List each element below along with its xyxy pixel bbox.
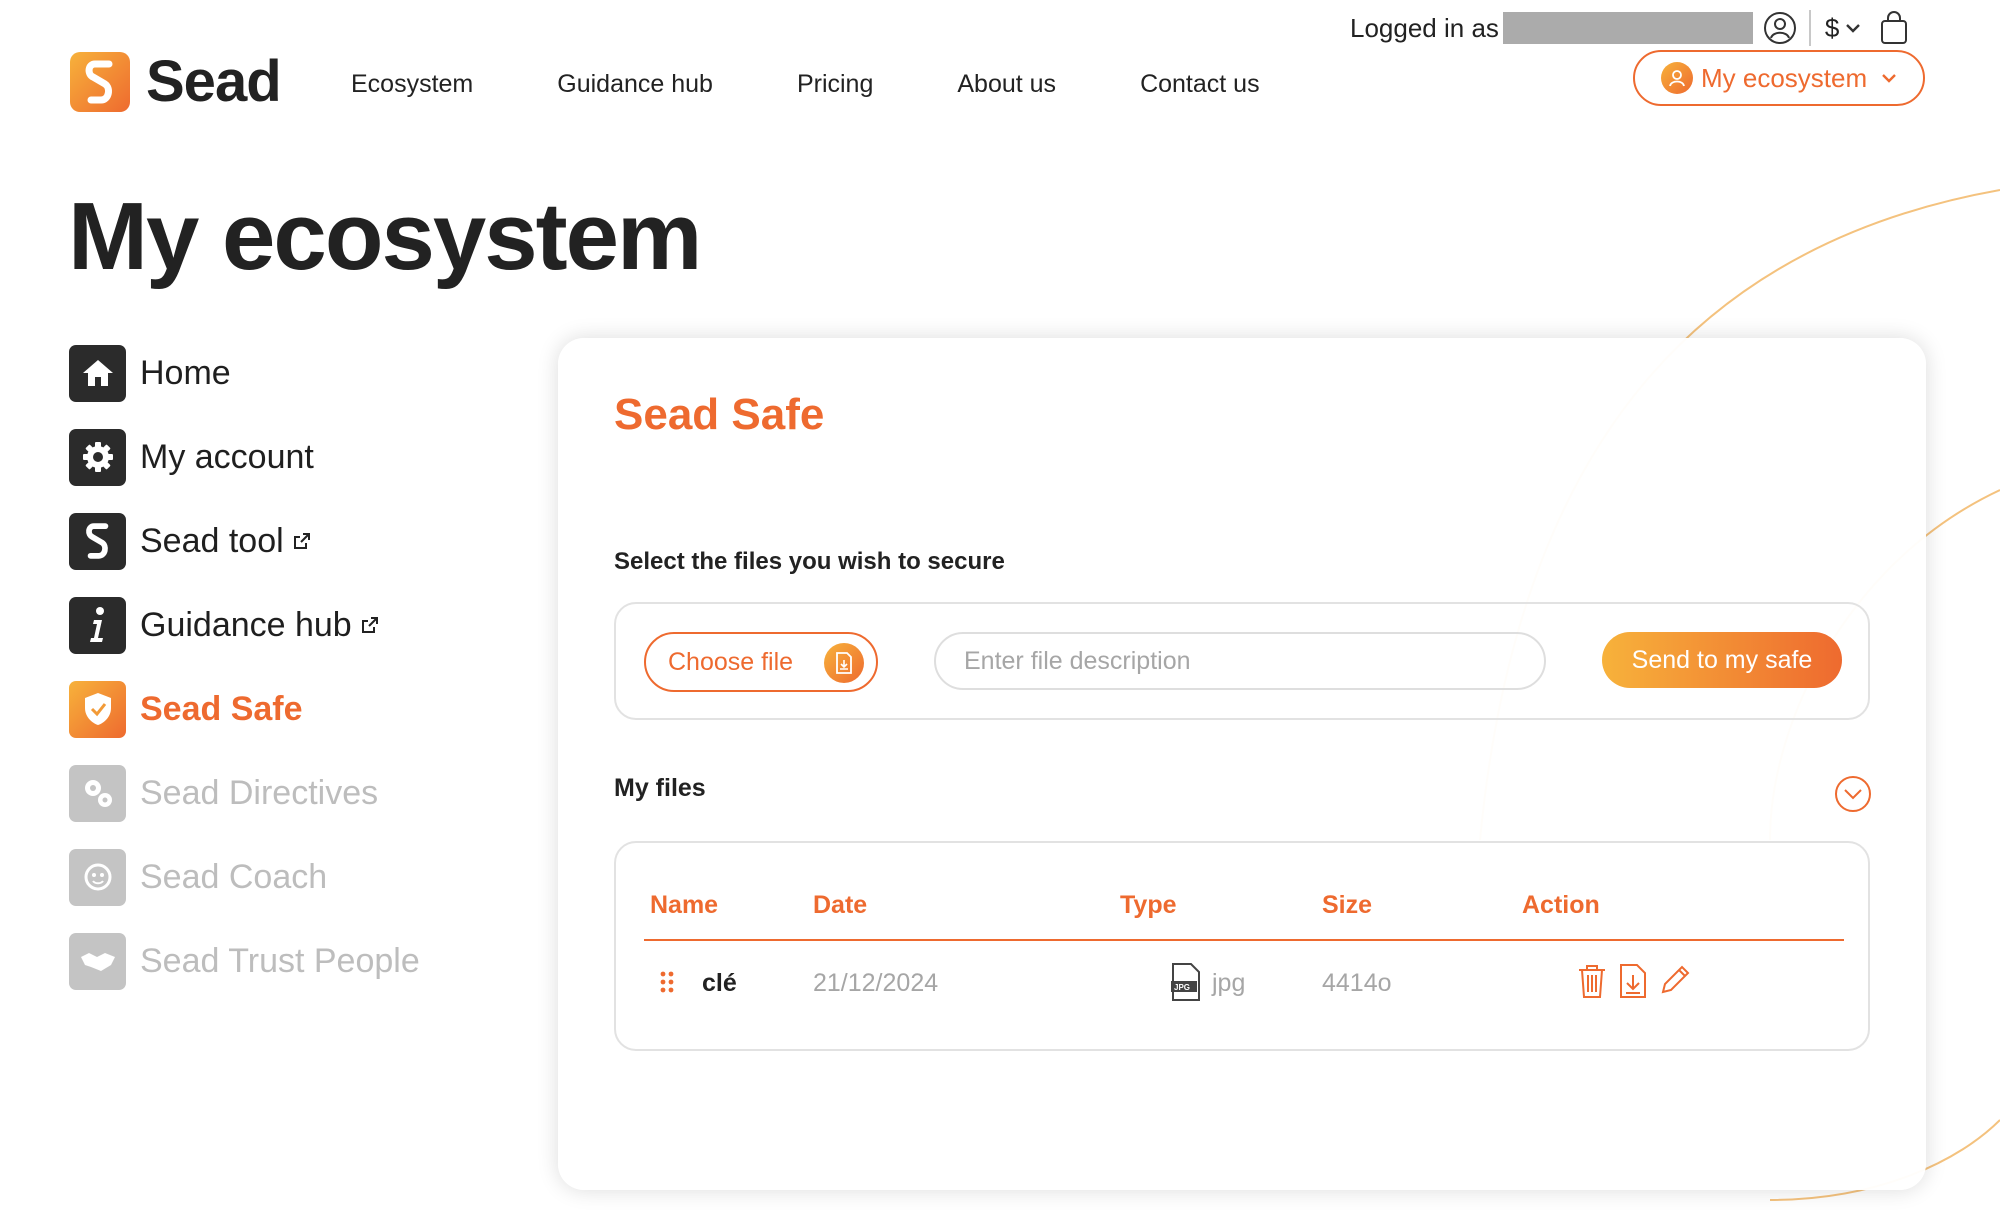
sead-logo-icon bbox=[70, 51, 130, 112]
coach-face-icon bbox=[69, 848, 126, 906]
brand-name: Sead bbox=[146, 49, 282, 114]
my-ecosystem-label: My ecosystem bbox=[1701, 62, 1868, 93]
table-header-divider bbox=[644, 939, 1844, 941]
currency-selector[interactable]: $ bbox=[1825, 13, 1861, 44]
column-header-action: Action bbox=[1522, 891, 1600, 919]
external-link-icon bbox=[360, 615, 380, 635]
sidebar-item-home[interactable]: Home bbox=[69, 344, 420, 402]
sidebar-item-label: Sead tool bbox=[140, 521, 284, 560]
header-divider bbox=[1808, 10, 1811, 46]
external-link-icon bbox=[292, 531, 312, 551]
sidebar: Home My account Sead tool Guidance hub S… bbox=[69, 344, 420, 1017]
column-header-size: Size bbox=[1322, 891, 1373, 919]
column-header-date: Date bbox=[813, 891, 868, 919]
file-name: clé bbox=[702, 969, 737, 997]
upload-panel: Choose file Send to my safe bbox=[614, 602, 1870, 720]
file-date: 21/12/2024 bbox=[813, 969, 939, 997]
files-table: Name Date Type Size Action clé 21/12/202… bbox=[614, 841, 1870, 1051]
logged-in-label: Logged in as bbox=[1350, 12, 1499, 43]
file-type: jpg bbox=[1212, 969, 1246, 997]
sidebar-item-label: Sead Trust People bbox=[140, 941, 420, 980]
nav-ecosystem[interactable]: Ecosystem bbox=[351, 70, 473, 99]
handshake-icon bbox=[69, 932, 126, 990]
nav-contact-us[interactable]: Contact us bbox=[1140, 70, 1260, 99]
row-actions bbox=[1576, 963, 1692, 999]
edit-pencil-icon[interactable] bbox=[1658, 963, 1692, 999]
nav-about-us[interactable]: About us bbox=[957, 70, 1056, 99]
nav-guidance-hub[interactable]: Guidance hub bbox=[557, 70, 713, 99]
user-account-icon[interactable] bbox=[1763, 11, 1797, 45]
logged-in-area: Logged in as $ bbox=[1350, 10, 1909, 46]
file-description-input[interactable] bbox=[934, 632, 1546, 690]
sidebar-item-label: Home bbox=[140, 353, 231, 392]
file-icon bbox=[824, 643, 864, 683]
chevron-down-icon bbox=[1882, 74, 1897, 83]
sead-logo-icon bbox=[69, 512, 126, 570]
sidebar-item-sead-trust-people[interactable]: Sead Trust People bbox=[69, 932, 420, 990]
collapse-files-button[interactable] bbox=[1835, 776, 1871, 812]
info-icon bbox=[69, 596, 126, 654]
my-ecosystem-button[interactable]: My ecosystem bbox=[1633, 50, 1925, 106]
gears-icon bbox=[69, 764, 126, 822]
shield-check-icon bbox=[69, 680, 126, 738]
select-files-label: Select the files you wish to secure bbox=[614, 548, 1005, 575]
gear-icon bbox=[69, 428, 126, 486]
send-to-safe-button[interactable]: Send to my safe bbox=[1602, 632, 1842, 688]
redacted-username bbox=[1502, 12, 1753, 44]
sidebar-item-sead-safe[interactable]: Sead Safe bbox=[69, 680, 420, 738]
sidebar-item-sead-directives[interactable]: Sead Directives bbox=[69, 764, 420, 822]
delete-icon[interactable] bbox=[1576, 963, 1608, 999]
sidebar-item-my-account[interactable]: My account bbox=[69, 428, 420, 486]
sead-safe-card: Sead Safe Select the files you wish to s… bbox=[558, 338, 1926, 1190]
shopping-bag-icon[interactable] bbox=[1879, 11, 1909, 45]
avatar-icon bbox=[1661, 62, 1693, 94]
svg-text:JPG: JPG bbox=[1174, 983, 1190, 992]
sidebar-item-label: Guidance hub bbox=[140, 605, 352, 644]
download-icon[interactable] bbox=[1618, 963, 1648, 999]
sidebar-item-label: My account bbox=[140, 437, 314, 476]
sidebar-item-label: Sead Directives bbox=[140, 773, 379, 812]
sidebar-item-label: Sead Coach bbox=[140, 857, 328, 896]
sidebar-item-sead-tool[interactable]: Sead tool bbox=[69, 512, 420, 570]
nav-pricing[interactable]: Pricing bbox=[797, 70, 873, 99]
page-title: My ecosystem bbox=[68, 183, 702, 290]
section-title: Sead Safe bbox=[614, 390, 825, 439]
choose-file-button[interactable]: Choose file bbox=[644, 632, 878, 692]
sidebar-item-label: Sead Safe bbox=[140, 689, 303, 728]
top-navigation: Ecosystem Guidance hub Pricing About us … bbox=[351, 70, 1344, 99]
file-size: 4414o bbox=[1322, 969, 1392, 997]
currency-label: $ bbox=[1824, 12, 1840, 43]
chevron-down-icon bbox=[1844, 789, 1862, 800]
chevron-down-icon bbox=[1846, 24, 1861, 33]
column-header-name: Name bbox=[650, 891, 719, 919]
home-icon bbox=[69, 344, 126, 402]
my-files-label: My files bbox=[614, 774, 706, 802]
choose-file-label: Choose file bbox=[668, 647, 794, 676]
sidebar-item-sead-coach[interactable]: Sead Coach bbox=[69, 848, 420, 906]
brand-logo[interactable]: Sead bbox=[70, 48, 282, 115]
drag-handle-icon[interactable] bbox=[660, 971, 674, 998]
jpg-file-icon: JPG bbox=[1170, 963, 1202, 1006]
sidebar-item-guidance-hub[interactable]: Guidance hub bbox=[69, 596, 420, 654]
column-header-type: Type bbox=[1120, 891, 1177, 919]
